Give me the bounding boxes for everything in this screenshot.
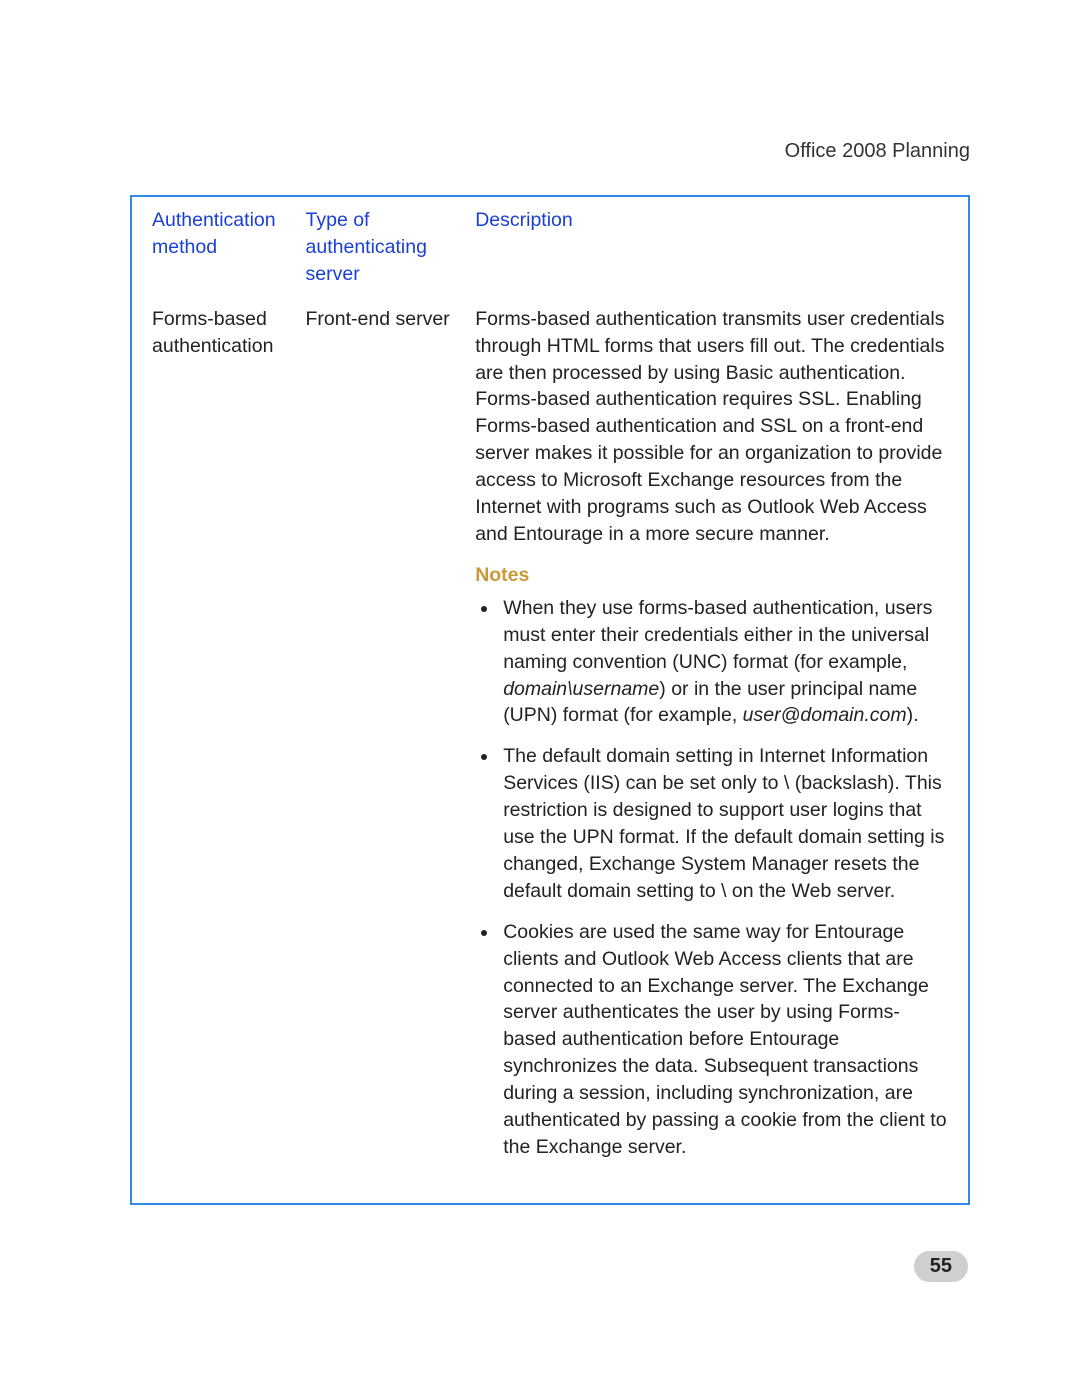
- document-page: Office 2008 Planning Authentication meth…: [0, 0, 1080, 1397]
- table-header-row: Authentication method Type of authentica…: [146, 203, 954, 302]
- note-text-italic: domain\username: [503, 678, 659, 700]
- note-text: ).: [907, 704, 919, 726]
- cell-description: Forms-based authentication transmits use…: [469, 302, 954, 1179]
- list-item: Cookies are used the same way for Entour…: [499, 919, 948, 1161]
- notes-list: When they use forms-based authentication…: [499, 595, 948, 1161]
- auth-methods-table-container: Authentication method Type of authentica…: [130, 195, 970, 1205]
- page-number: 55: [914, 1251, 968, 1282]
- note-text-italic: user@domain.com: [743, 704, 907, 726]
- list-item: When they use forms-based authentication…: [499, 595, 948, 730]
- cell-server: Front-end server: [300, 302, 470, 1179]
- table-row: Forms-based authentication Front-end ser…: [146, 302, 954, 1179]
- description-text: Forms-based authentication transmits use…: [475, 306, 948, 548]
- col-header-description: Description: [469, 203, 954, 302]
- list-item: The default domain setting in Internet I…: [499, 743, 948, 904]
- running-head: Office 2008 Planning: [130, 140, 970, 163]
- col-header-server: Type of authenticating server: [300, 203, 470, 302]
- auth-methods-table: Authentication method Type of authentica…: [146, 203, 954, 1179]
- note-text: When they use forms-based authentication…: [503, 597, 932, 673]
- cell-method: Forms-based authentication: [146, 302, 300, 1179]
- col-header-method: Authentication method: [146, 203, 300, 302]
- notes-heading: Notes: [475, 562, 948, 589]
